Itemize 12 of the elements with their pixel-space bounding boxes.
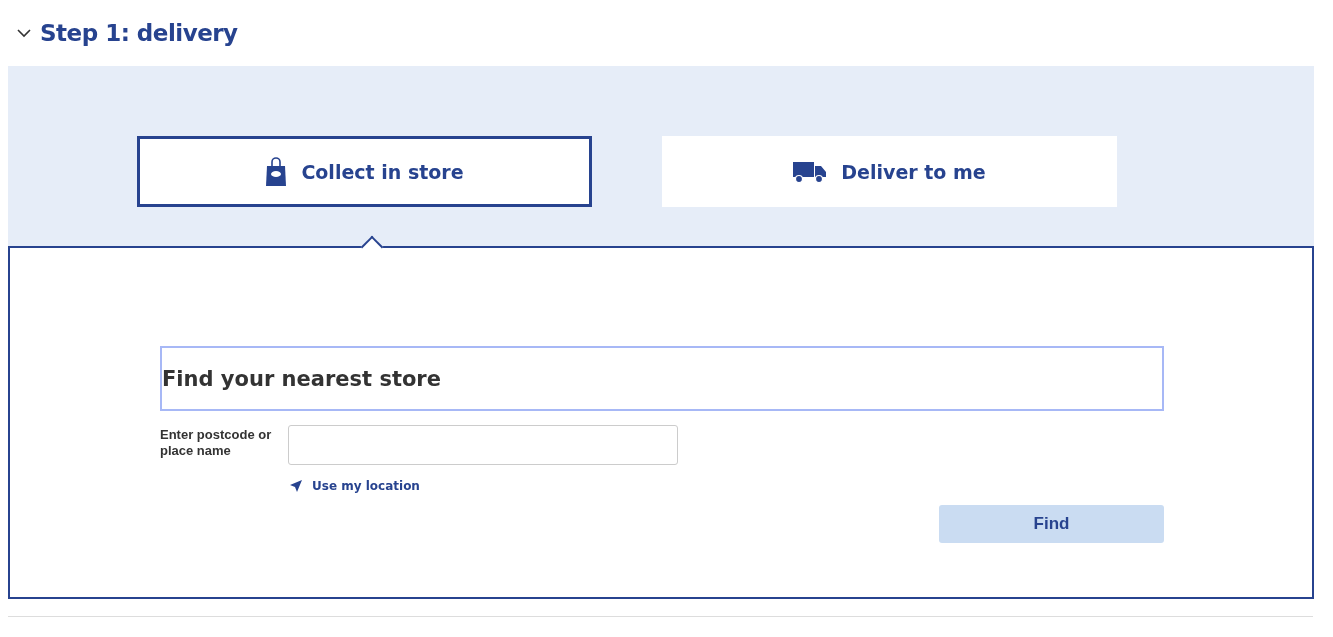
use-location-link[interactable]: Use my location [289, 479, 420, 493]
finder-heading: Find your nearest store [160, 346, 1164, 411]
van-icon [793, 160, 828, 183]
location-arrow-icon [289, 479, 303, 493]
section-title: Step 1: delivery [40, 20, 238, 46]
chevron-icon[interactable] [17, 28, 31, 38]
delivery-tab[interactable]: Deliver to me [662, 136, 1117, 207]
delivery-tab[interactable]: Collect in store [137, 136, 592, 207]
shopping-bag-icon [265, 156, 288, 187]
find-button[interactable]: Find [939, 505, 1164, 543]
postcode-label: Enter postcode or place name [160, 426, 273, 460]
postcode-field[interactable] [288, 425, 678, 465]
